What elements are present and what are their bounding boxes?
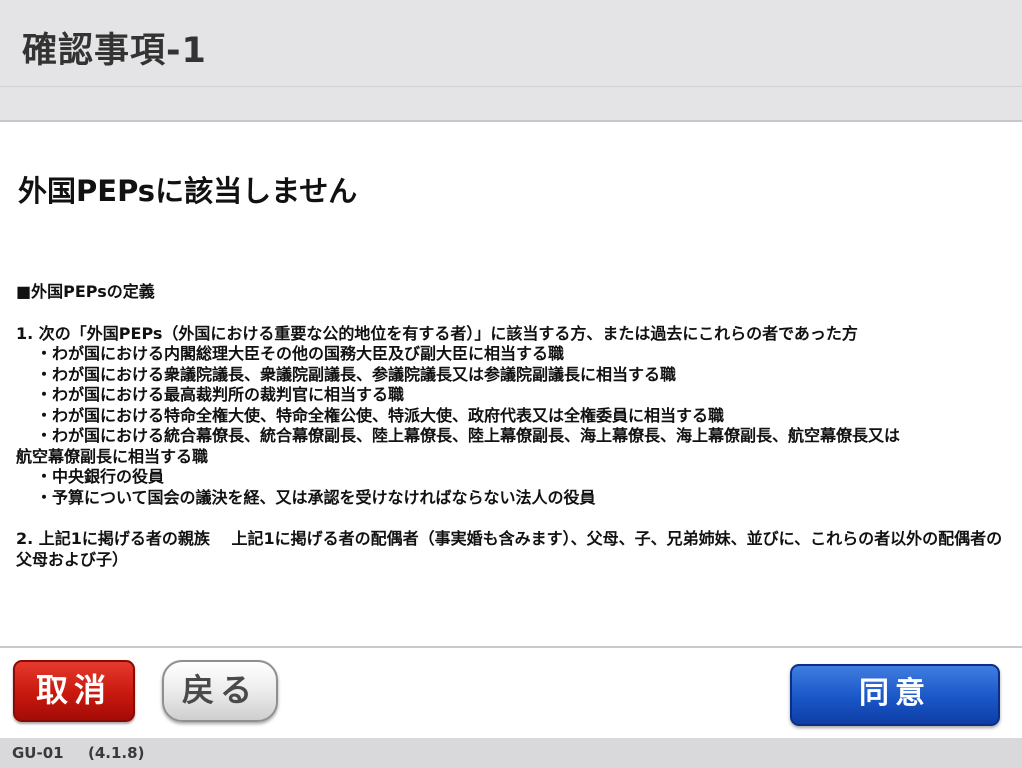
bullet-continuation: 航空幕僚副長に相当する職 [16, 446, 209, 466]
bullet-item: ・わが国における最高裁判所の裁判官に相当する職 [36, 385, 405, 404]
bullet-item: ・わが国における統合幕僚長、統合幕僚副長、陸上幕僚長、陸上幕僚副長、海上幕僚長、… [36, 426, 901, 445]
bullet-item: ・中央銀行の役員 [36, 467, 165, 486]
cancel-button[interactable]: 取消 [13, 660, 135, 722]
footer-divider [0, 646, 1022, 648]
version-label: (4.1.8) [88, 744, 145, 762]
bullet-item: ・予算について国会の議決を経、又は承認を受けなければならない法人の役員 [36, 487, 596, 507]
header-bar: 確認事項-1 [0, 0, 1022, 122]
back-button[interactable]: 戻る [162, 660, 278, 722]
agree-button[interactable]: 同意 [790, 664, 1000, 726]
item1-intro: 1. 次の「外国PEPs（外国における重要な公的地位を有する者）」に該当する方、… [16, 323, 858, 343]
status-bar: GU-01 (4.1.8) [0, 738, 1022, 768]
main-heading: 外国PEPsに該当しません [18, 174, 358, 208]
definition-content: ■外国PEPsの定義 1. 次の「外国PEPs（外国における重要な公的地位を有す… [16, 282, 1012, 570]
bullet-item: ・わが国における衆議院議長、衆議院副議長、参議院議長又は参議院副議長に相当する職 [36, 364, 677, 384]
screen-code: GU-01 [12, 744, 64, 762]
definition-title: ■外国PEPsの定義 [16, 282, 155, 301]
page-title: 確認事項-1 [22, 31, 207, 71]
item2-text: 2. 上記1に掲げる者の親族 上記1に掲げる者の配偶者（事実婚も含みます）、父母… [16, 529, 1003, 569]
header-divider [0, 86, 1022, 87]
bullet-item: ・わが国における特命全権大使、特命全権公使、特派大使、政府代表又は全権委員に相当… [36, 405, 725, 425]
bullet-item: ・わが国における内閣総理大臣その他の国務大臣及び副大臣に相当する職 [36, 344, 565, 363]
